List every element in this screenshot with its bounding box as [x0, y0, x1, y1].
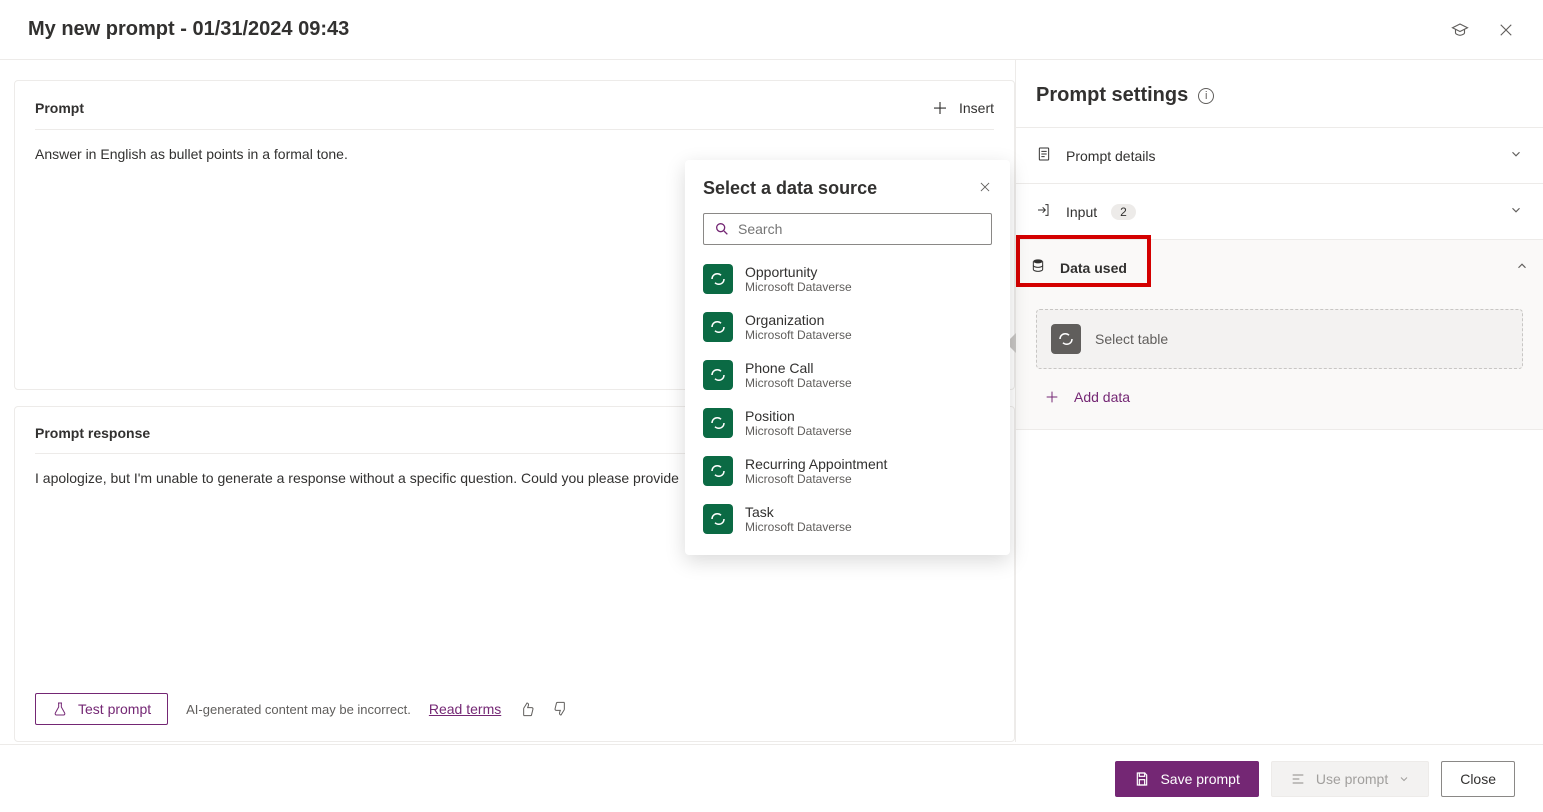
header-bar: My new prompt - 01/31/2024 09:43	[0, 0, 1543, 60]
accordion-input[interactable]: Input 2	[1016, 183, 1543, 239]
data-source-name: Opportunity	[745, 264, 852, 280]
settings-panel: Prompt settings i Prompt details Input 2	[1015, 60, 1543, 742]
input-arrow-icon	[1036, 202, 1052, 221]
data-used-body: Select table Add data	[1016, 295, 1543, 430]
data-source-item[interactable]: Position Microsoft Dataverse	[685, 399, 1010, 447]
data-source-subtitle: Microsoft Dataverse	[745, 376, 852, 390]
input-count-badge: 2	[1111, 204, 1136, 220]
graduation-cap-icon[interactable]	[1451, 21, 1469, 39]
thumbs-down-icon[interactable]	[553, 701, 569, 717]
chevron-down-icon	[1509, 203, 1523, 220]
add-data-button[interactable]: Add data	[1036, 389, 1523, 405]
settings-title-row: Prompt settings i	[1016, 84, 1543, 127]
popover-title: Select a data source	[703, 178, 877, 199]
dataverse-icon	[703, 504, 733, 534]
data-source-subtitle: Microsoft Dataverse	[745, 520, 852, 534]
read-terms-link[interactable]: Read terms	[429, 701, 501, 717]
info-icon[interactable]: i	[1198, 88, 1214, 104]
dataverse-icon	[1051, 324, 1081, 354]
accordion-label: Data used	[1060, 260, 1127, 276]
response-footer: Test prompt AI-generated content may be …	[35, 683, 994, 725]
header-actions	[1451, 21, 1515, 39]
data-source-item[interactable]: Opportunity Microsoft Dataverse	[685, 255, 1010, 303]
prompt-card-header: Prompt Insert	[35, 99, 994, 130]
dataverse-icon	[703, 312, 733, 342]
insert-button[interactable]: Insert	[931, 99, 994, 117]
save-prompt-button[interactable]: Save prompt	[1115, 761, 1258, 797]
dataverse-icon	[703, 264, 733, 294]
database-icon	[1030, 258, 1046, 277]
chevron-up-icon	[1515, 259, 1529, 276]
select-table-button[interactable]: Select table	[1036, 309, 1523, 369]
test-prompt-button[interactable]: Test prompt	[35, 693, 168, 725]
close-icon[interactable]	[978, 180, 992, 197]
data-source-subtitle: Microsoft Dataverse	[745, 472, 887, 486]
add-data-label: Add data	[1074, 389, 1130, 405]
settings-title: Prompt settings	[1036, 84, 1188, 107]
search-icon	[714, 221, 730, 237]
search-input-wrapper[interactable]	[703, 213, 992, 245]
data-source-name: Task	[745, 504, 852, 520]
response-card-title: Prompt response	[35, 425, 150, 441]
data-source-item[interactable]: Task Microsoft Dataverse	[685, 495, 1010, 543]
data-source-name: Recurring Appointment	[745, 456, 887, 472]
plus-icon	[1044, 389, 1060, 405]
save-icon	[1134, 771, 1150, 787]
dataverse-icon	[703, 456, 733, 486]
beaker-icon	[52, 701, 68, 717]
dataverse-icon	[703, 408, 733, 438]
accordion-label: Input	[1066, 204, 1097, 220]
data-source-name: Position	[745, 408, 852, 424]
close-label: Close	[1460, 771, 1496, 787]
plus-icon	[931, 99, 949, 117]
footer-bar: Save prompt Use prompt Close	[0, 744, 1543, 812]
close-button[interactable]: Close	[1441, 761, 1515, 797]
search-input[interactable]	[738, 221, 981, 237]
data-source-item[interactable]: Organization Microsoft Dataverse	[685, 303, 1010, 351]
disclaimer-text: AI-generated content may be incorrect.	[186, 702, 411, 717]
popover-header: Select a data source	[685, 178, 1010, 213]
insert-label: Insert	[959, 100, 994, 116]
dataverse-icon	[703, 360, 733, 390]
accordion-label: Prompt details	[1066, 148, 1155, 164]
use-icon	[1290, 771, 1306, 787]
prompt-card-title: Prompt	[35, 100, 84, 116]
page-title: My new prompt - 01/31/2024 09:43	[28, 18, 349, 41]
data-source-subtitle: Microsoft Dataverse	[745, 424, 852, 438]
document-icon	[1036, 146, 1052, 165]
test-prompt-label: Test prompt	[78, 701, 151, 717]
data-source-popover: Select a data source Opportunity Microso…	[685, 160, 1010, 555]
accordion-data-used[interactable]: Data used	[1016, 239, 1543, 295]
save-label: Save prompt	[1160, 771, 1239, 787]
data-source-item[interactable]: Recurring Appointment Microsoft Datavers…	[685, 447, 1010, 495]
chevron-down-icon	[1509, 147, 1523, 164]
chevron-down-icon	[1398, 773, 1410, 785]
data-source-subtitle: Microsoft Dataverse	[745, 328, 852, 342]
data-source-list: Opportunity Microsoft Dataverse Organiza…	[685, 255, 1010, 543]
select-table-label: Select table	[1095, 331, 1168, 347]
data-source-subtitle: Microsoft Dataverse	[745, 280, 852, 294]
close-icon[interactable]	[1497, 21, 1515, 39]
use-prompt-button[interactable]: Use prompt	[1271, 761, 1429, 797]
data-source-name: Organization	[745, 312, 852, 328]
accordion-prompt-details[interactable]: Prompt details	[1016, 127, 1543, 183]
data-source-name: Phone Call	[745, 360, 852, 376]
data-source-item[interactable]: Phone Call Microsoft Dataverse	[685, 351, 1010, 399]
use-label: Use prompt	[1316, 771, 1388, 787]
thumbs-up-icon[interactable]	[519, 701, 535, 717]
